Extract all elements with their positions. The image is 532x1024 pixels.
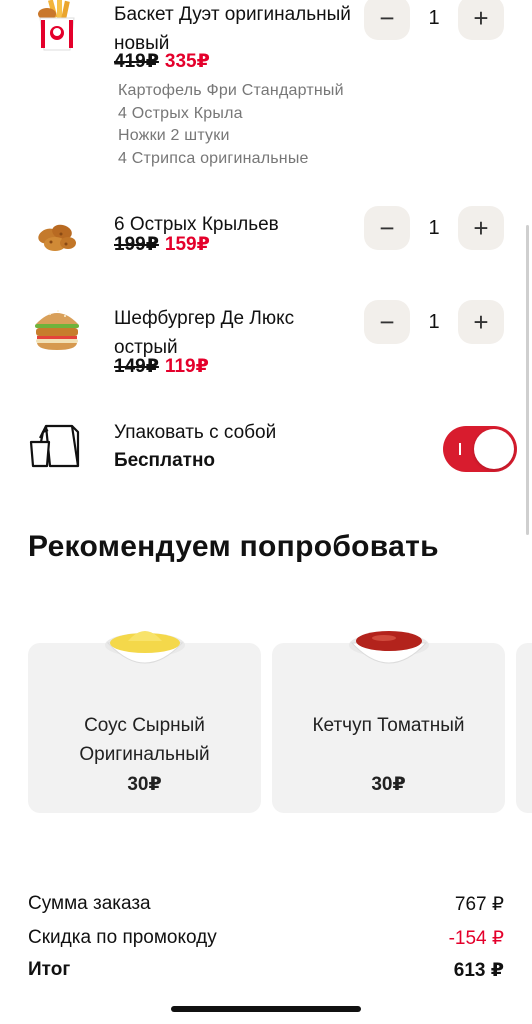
recommend-card-partial[interactable] [516, 643, 532, 813]
subtotal-value: 767 ₽ [454, 894, 504, 915]
scrollbar[interactable] [526, 225, 529, 535]
toggle-on-mark [459, 443, 461, 455]
cheese-sauce-image [105, 631, 185, 664]
recommend-price: 30₽ [127, 774, 162, 795]
discount-value: -154 ₽ [448, 928, 504, 949]
home-indicator[interactable] [171, 1006, 361, 1012]
quantity-stepper: − 1 + [364, 300, 504, 344]
old-price: 199₽ [114, 234, 159, 255]
burger-image [35, 310, 79, 350]
item-price: 419₽ 335₽ [114, 50, 210, 73]
item-name: Шефбургер Де Люкс острый [114, 308, 295, 358]
combo-list: Картофель Фри Стандартный 4 Острых Крыла… [118, 80, 344, 170]
quantity-stepper: − 1 + [364, 0, 504, 40]
section-title: Рекомендуем попробовать [28, 530, 439, 563]
new-price: 119₽ [164, 356, 209, 377]
increase-button[interactable]: + [458, 0, 504, 40]
quantity-value: 1 [428, 217, 440, 239]
ketchup-image [349, 631, 429, 664]
recommend-price: 30₽ [371, 774, 406, 795]
item-price: 149₽ 119₽ [114, 355, 209, 378]
total-row: Итог 613 ₽ [28, 959, 504, 981]
total-value: 613 ₽ [453, 960, 504, 981]
takeaway-price: Бесплатно [114, 450, 216, 471]
old-price: 149₽ [114, 356, 159, 377]
old-price: 419₽ [114, 51, 159, 72]
combo-item: Ножки 2 штуки [118, 127, 230, 144]
item-price: 199₽ 159₽ [114, 233, 210, 256]
combo-item: Картофель Фри Стандартный [118, 82, 344, 99]
decrease-button[interactable]: − [364, 0, 410, 40]
discount-label: Скидка по промокоду [28, 927, 217, 948]
discount-row: Скидка по промокоду -154 ₽ [28, 927, 504, 949]
recommend-name: Соус Сырный Оригинальный [79, 715, 210, 765]
spicy-wings-image [38, 224, 76, 251]
combo-item: 4 Стрипса оригинальные [118, 149, 309, 167]
recommend-card[interactable]: Кетчуп Томатный 30₽ [272, 631, 505, 813]
recommend-name: Кетчуп Томатный [312, 715, 465, 736]
quantity-value: 1 [428, 311, 440, 333]
subtotal-label: Сумма заказа [28, 893, 151, 914]
quantity-value: 1 [428, 7, 440, 29]
quantity-stepper: − 1 + [364, 206, 504, 250]
increase-button[interactable]: + [458, 300, 504, 344]
new-price: 159₽ [164, 234, 210, 255]
basket-duet-image [38, 0, 75, 51]
recommend-card[interactable]: Соус Сырный Оригинальный 30₽ [28, 631, 261, 813]
takeaway-toggle[interactable] [443, 426, 517, 472]
toggle-knob [474, 429, 514, 469]
increase-button[interactable]: + [458, 206, 504, 250]
subtotal-row: Сумма заказа 767 ₽ [28, 893, 504, 915]
takeaway-bag-icon [29, 424, 80, 468]
new-price: 335₽ [164, 51, 210, 72]
combo-item: 4 Острых Крыла [118, 104, 243, 122]
decrease-button[interactable]: − [364, 206, 410, 250]
decrease-button[interactable]: − [364, 300, 410, 344]
total-label: Итог [28, 959, 71, 980]
takeaway-label: Упаковать с собой [114, 422, 277, 443]
